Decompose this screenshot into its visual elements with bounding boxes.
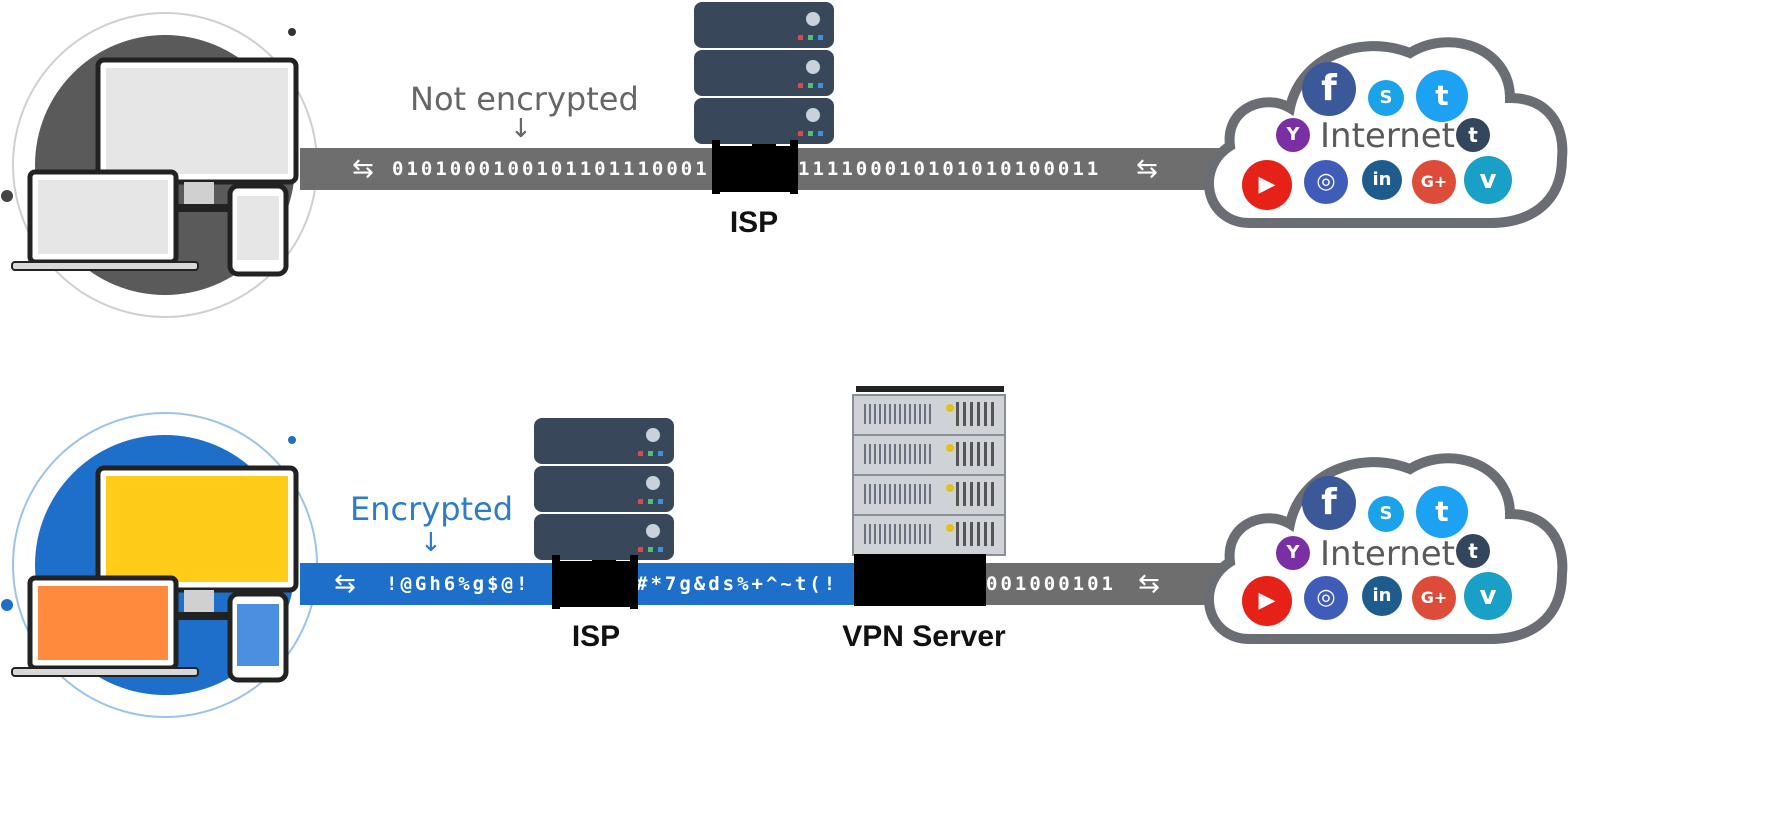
- vents: [956, 482, 996, 506]
- linkedin-icon: in: [1362, 160, 1402, 200]
- vpn-server: [852, 386, 1008, 608]
- facebook-icon: f: [1302, 476, 1356, 530]
- grille: [864, 524, 934, 544]
- led-icon: [806, 60, 820, 74]
- skype-icon: S: [1368, 80, 1404, 116]
- youtube-icon: ▶: [1242, 576, 1292, 626]
- status-lights-icon: [798, 83, 824, 88]
- not-encrypted-label: Not encrypted: [410, 80, 639, 118]
- down-arrow-icon: ↓: [510, 114, 532, 144]
- clamp-flange: [712, 140, 720, 194]
- devices-illustration-color: [1, 412, 318, 718]
- yahoo-icon: Y: [1276, 536, 1310, 570]
- bidirectional-arrow-right-icon: ⇆: [1136, 154, 1158, 184]
- facebook-icon: f: [1302, 62, 1356, 116]
- indicator-icon: [946, 404, 954, 412]
- rack-unit: [852, 434, 1006, 476]
- down-arrow-icon: ↓: [420, 528, 442, 558]
- clamp-flange: [552, 555, 560, 609]
- internet-label-top: Internet: [1320, 116, 1456, 156]
- isp-pipe-clamp-top: [716, 146, 796, 192]
- isp-caption-top: ISP: [729, 206, 779, 239]
- instagram-icon: ◎: [1304, 160, 1348, 204]
- twitter-icon: t: [1416, 70, 1468, 122]
- devices-unencrypted: [0, 0, 340, 330]
- internet-cloud-top: Internet f S t Y t ▶ ◎ in G+ v: [1190, 18, 1570, 238]
- rack-unit: [852, 514, 1006, 556]
- twitter-icon: t: [1416, 486, 1468, 538]
- server-unit: [694, 98, 834, 144]
- status-lights-icon: [638, 499, 664, 504]
- vimeo-icon: v: [1464, 572, 1512, 620]
- skype-icon: S: [1368, 496, 1404, 532]
- internet-label-bottom: Internet: [1320, 534, 1456, 574]
- instagram-icon: ◎: [1304, 576, 1348, 620]
- status-lights-icon: [798, 35, 824, 40]
- status-lights-icon: [638, 451, 664, 456]
- encrypted-label: Encrypted: [350, 490, 514, 528]
- bidirectional-arrow-right-icon: ⇆: [1138, 569, 1160, 599]
- devices-encrypted: [0, 400, 340, 730]
- vents: [956, 402, 996, 426]
- server-unit: [694, 50, 834, 96]
- vpn-server-caption: VPN Server: [842, 620, 1006, 653]
- rack-unit: [852, 394, 1006, 436]
- bits-left-encrypted: !@Gh6%g$@!: [386, 573, 531, 595]
- linkedin-icon: in: [1362, 576, 1402, 616]
- bidirectional-arrow-left-icon: ⇆: [352, 154, 374, 184]
- isp-caption-bottom: ISP: [571, 620, 621, 653]
- devices-illustration-gray: [1, 12, 318, 318]
- clamp-flange: [790, 140, 798, 194]
- googleplus-icon: G+: [1412, 160, 1456, 204]
- vents: [956, 522, 996, 546]
- yahoo-icon: Y: [1276, 118, 1310, 152]
- isp-pipe-clamp-bottom: [556, 561, 636, 607]
- indicator-icon: [946, 524, 954, 532]
- led-icon: [806, 12, 820, 26]
- indicator-icon: [946, 484, 954, 492]
- bits-right-unencrypted: 111100010101010100011: [798, 158, 1102, 180]
- bits-left-unencrypted: 0101000100101101110001: [392, 158, 710, 180]
- led-icon: [646, 428, 660, 442]
- internet-cloud-bottom: Internet f S t Y t ▶ ◎ in G+ v: [1190, 434, 1570, 654]
- led-icon: [646, 524, 660, 538]
- vimeo-icon: v: [1464, 156, 1512, 204]
- clamp-flange: [630, 555, 638, 609]
- rack-top: [856, 386, 1004, 392]
- grille: [864, 484, 934, 504]
- bidirectional-arrow-left-icon: ⇆: [334, 569, 356, 599]
- led-icon: [646, 476, 660, 490]
- grille: [864, 404, 934, 424]
- status-lights-icon: [638, 547, 664, 552]
- tumblr-icon: t: [1456, 534, 1490, 568]
- grille: [864, 444, 934, 464]
- rack-base: [854, 554, 986, 606]
- vents: [956, 442, 996, 466]
- server-unit: [534, 418, 674, 464]
- server-unit: [694, 2, 834, 48]
- googleplus-icon: G+: [1412, 576, 1456, 620]
- led-icon: [806, 108, 820, 122]
- status-lights-icon: [798, 131, 824, 136]
- tumblr-icon: t: [1456, 118, 1490, 152]
- server-unit: [534, 514, 674, 560]
- indicator-icon: [946, 444, 954, 452]
- server-unit: [534, 466, 674, 512]
- rack-unit: [852, 474, 1006, 516]
- youtube-icon: ▶: [1242, 160, 1292, 210]
